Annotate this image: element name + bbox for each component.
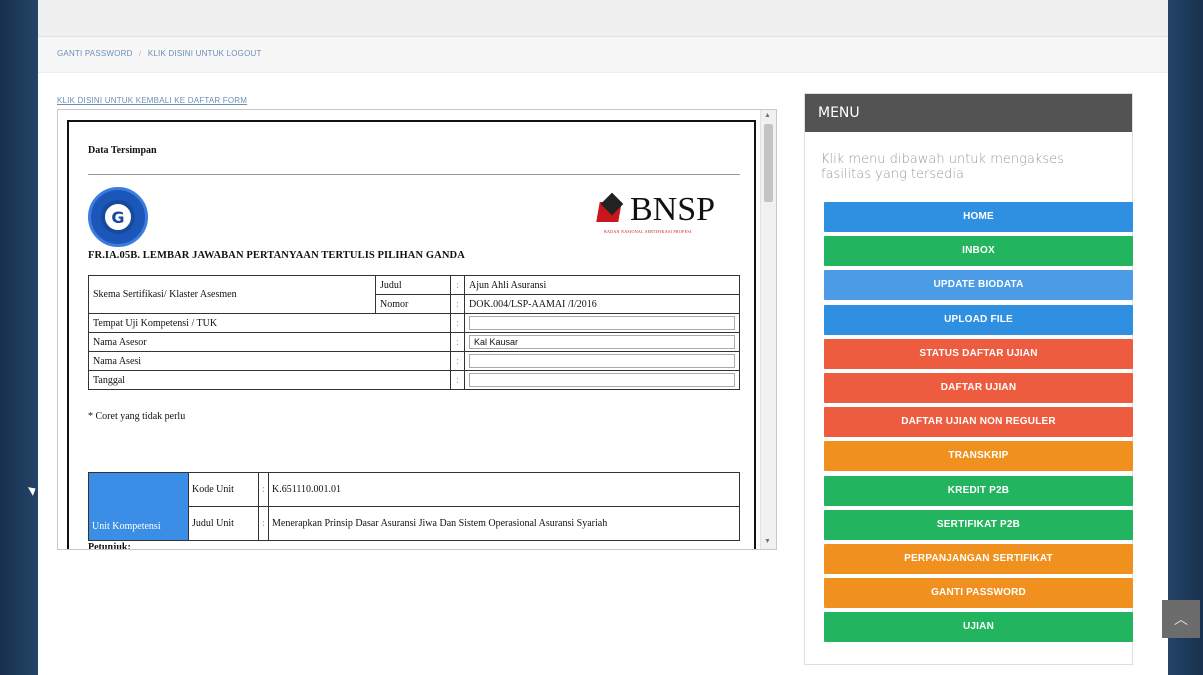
nomor-value: DOK.004/LSP-AAMAI /I/2016 bbox=[464, 294, 740, 314]
asesor-field[interactable]: Kal Kausar bbox=[469, 335, 735, 349]
menu-button-transkrip[interactable]: TRANSKRIP bbox=[824, 441, 1133, 472]
menu-button-home[interactable]: HOME bbox=[824, 202, 1133, 232]
judul-unit-label: Judul Unit bbox=[188, 506, 259, 541]
document-heading: Data Tersimpan bbox=[88, 145, 157, 156]
bnsp-mark-icon bbox=[596, 192, 626, 224]
note-text: * Coret yang tidak perlu bbox=[88, 411, 186, 422]
page: GANTI PASSWORD / KLIK DISINI UNTUK LOGOU… bbox=[38, 0, 1168, 675]
menu-button-sertifikat-p2b[interactable]: SERTIFIKAT P2B bbox=[824, 509, 1133, 540]
menu-button-ganti-password[interactable]: GANTI PASSWORD bbox=[824, 578, 1133, 609]
menu-button-perpanjangan-sertifikat[interactable]: PERPANJANGAN SERTIFIKAT bbox=[824, 544, 1133, 574]
logout-link[interactable]: KLIK DISINI UNTUK LOGOUT bbox=[148, 49, 262, 58]
menu-panel: MENU Klik menu dibawah untuk mengakses f… bbox=[804, 93, 1133, 665]
menu-button-inbox[interactable]: INBOX bbox=[824, 236, 1133, 267]
chevron-up-icon[interactable]: ︿ bbox=[1162, 600, 1200, 638]
judul-unit-value: Menerapkan Prinsip Dasar Asuransi Jiwa D… bbox=[268, 506, 740, 541]
bnsp-subtitle: BADAN NASIONAL SERTIFIKASI PROFESI bbox=[604, 229, 692, 234]
menu-button-kredit-p2b[interactable]: KREDIT P2B bbox=[824, 475, 1133, 506]
kode-unit-label: Kode Unit bbox=[188, 472, 259, 507]
document-viewer[interactable]: Data Tersimpan G BNSP BADAN NASIONAL SER… bbox=[57, 109, 777, 550]
kode-unit-value: K.651110.001.01 bbox=[268, 472, 740, 507]
asesor-label: Nama Asesor bbox=[88, 332, 451, 352]
scroll-up-arrow-icon[interactable]: ▲ bbox=[764, 112, 771, 119]
divider bbox=[88, 174, 740, 175]
menu-button-status-daftar-ujian[interactable]: STATUS DAFTAR UJIAN bbox=[824, 338, 1133, 369]
menu-description: Klik menu dibawah untuk mengakses fasili… bbox=[821, 152, 1064, 182]
bnsp-logo: BNSP bbox=[596, 191, 716, 228]
breadcrumb-separator: / bbox=[138, 49, 142, 58]
nomor-label: Nomor bbox=[375, 294, 451, 314]
menu-button-ujian[interactable]: UJIAN bbox=[824, 612, 1133, 643]
judul-label: Judul bbox=[375, 275, 451, 295]
unit-kompetensi-label: Unit Kompetensi bbox=[88, 472, 189, 541]
desktop-frame-right bbox=[1168, 0, 1203, 675]
lsp-logo-icon: G bbox=[88, 187, 148, 247]
bnsp-logo-text: BNSP bbox=[630, 191, 716, 228]
menu-title: MENU bbox=[805, 94, 1132, 132]
back-to-form-list-link[interactable]: KLIK DISINI UNTUK KEMBALI KE DAFTAR FORM bbox=[57, 96, 247, 105]
scroll-down-arrow-icon[interactable]: ▼ bbox=[764, 538, 771, 545]
instructions-heading: Petunjuk: bbox=[88, 542, 131, 550]
menu-button-daftar-ujian[interactable]: DAFTAR UJIAN bbox=[824, 373, 1133, 403]
info-table: Skema Sertifikasi/ Klaster Asesmen Judul… bbox=[88, 275, 740, 390]
tanggal-label: Tanggal bbox=[88, 370, 451, 390]
menu-button-update-biodata[interactable]: UPDATE BIODATA bbox=[824, 270, 1133, 301]
asesi-label: Nama Asesi bbox=[88, 351, 451, 371]
change-password-link[interactable]: GANTI PASSWORD bbox=[57, 49, 133, 58]
form-title: FR.IA.05B. LEMBAR JAWABAN PERTANYAAN TER… bbox=[88, 250, 465, 261]
skema-label: Skema Sertifikasi/ Klaster Asesmen bbox=[88, 275, 376, 314]
tuk-field[interactable] bbox=[469, 316, 735, 330]
scrollbar-thumb[interactable] bbox=[764, 124, 773, 202]
top-bar bbox=[38, 0, 1168, 37]
judul-value: Ajun Ahli Asuransi bbox=[464, 275, 740, 295]
document-page: Data Tersimpan G BNSP BADAN NASIONAL SER… bbox=[67, 120, 756, 550]
asesi-field[interactable] bbox=[469, 354, 735, 368]
tuk-label: Tempat Uji Kompetensi / TUK bbox=[88, 313, 451, 333]
document-scrollbar[interactable]: ▲ ▼ bbox=[760, 110, 776, 549]
tanggal-field[interactable] bbox=[469, 373, 735, 387]
unit-table: Unit Kompetensi Kode Unit : K.651110.001… bbox=[88, 472, 740, 541]
desktop-frame-left bbox=[0, 0, 38, 675]
menu-button-upload-file[interactable]: UPLOAD FILE bbox=[824, 304, 1133, 335]
menu-button-daftar-ujian-non-reguler[interactable]: DAFTAR UJIAN NON REGULER bbox=[824, 407, 1133, 438]
breadcrumb: GANTI PASSWORD / KLIK DISINI UNTUK LOGOU… bbox=[38, 37, 1168, 73]
